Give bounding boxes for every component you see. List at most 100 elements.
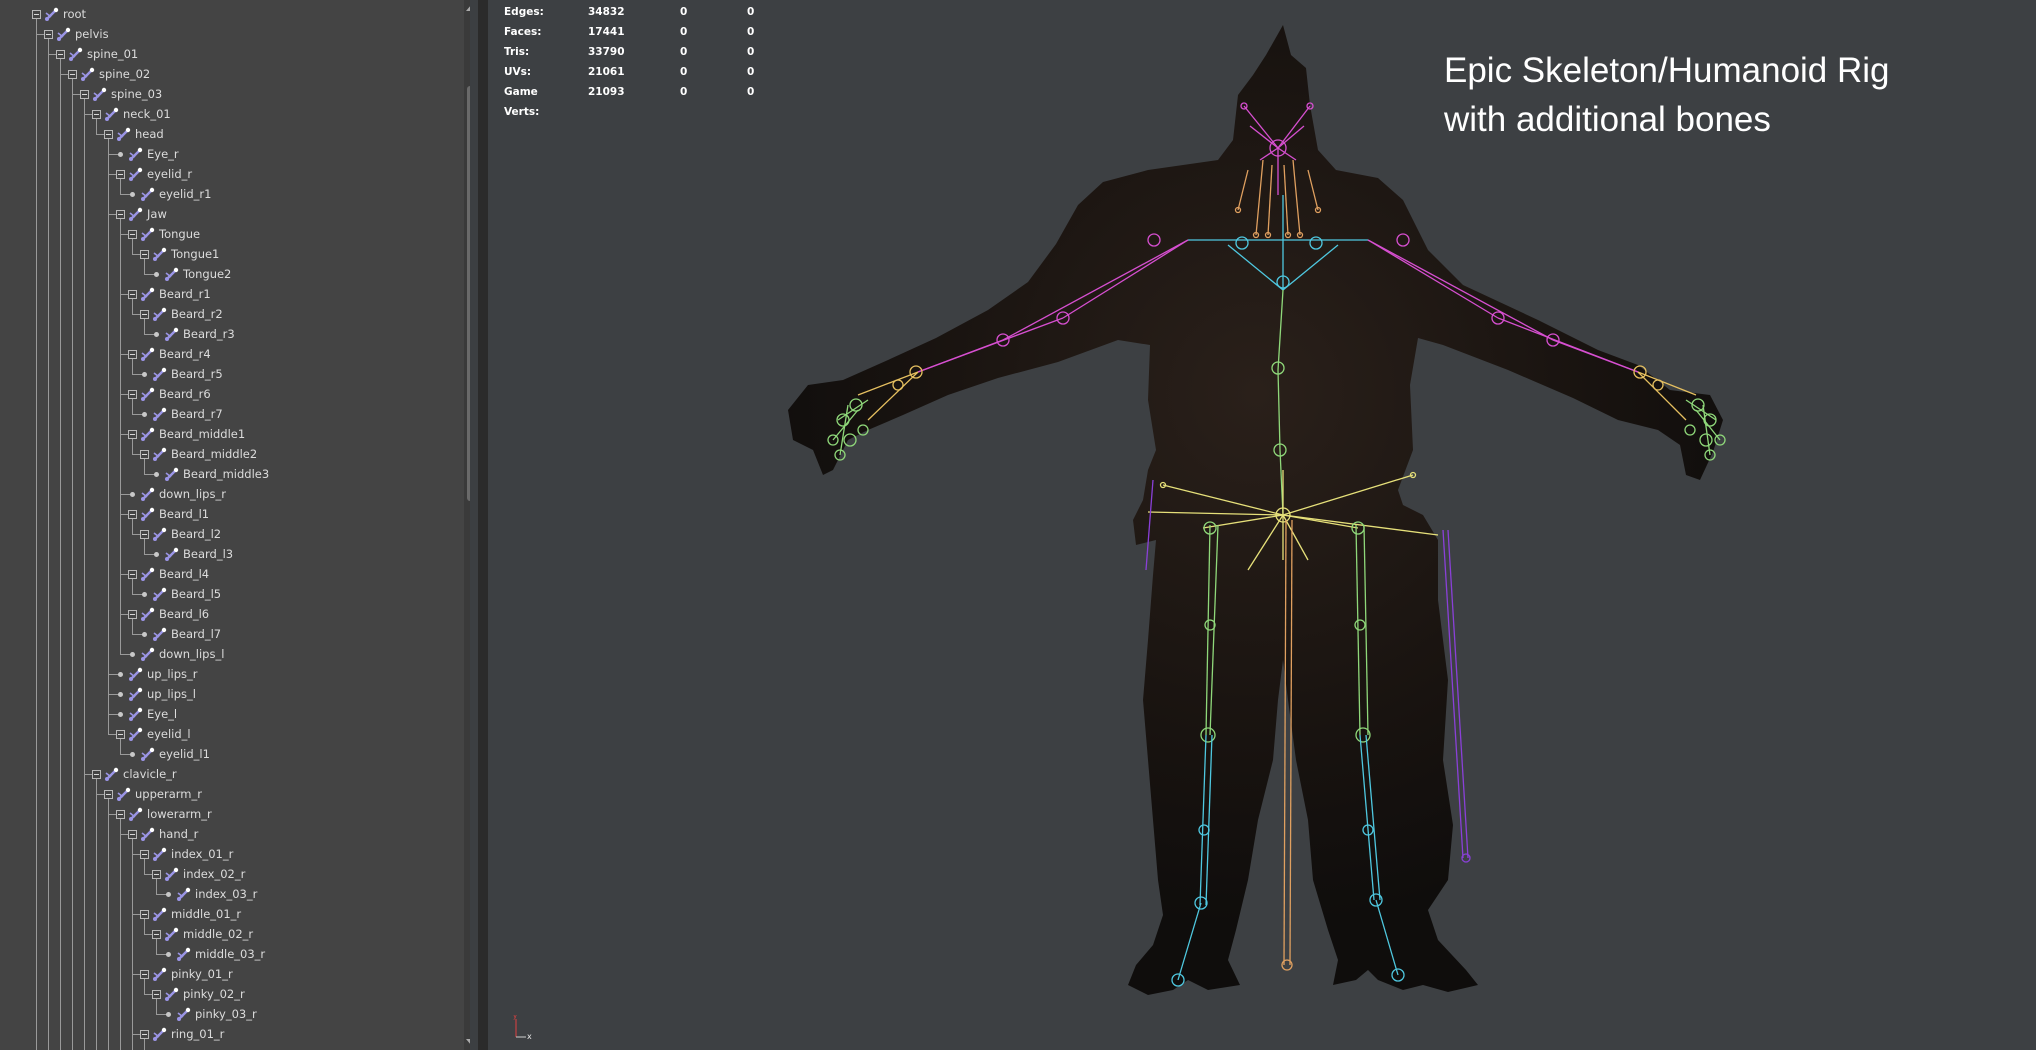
- outliner-row-spine_02[interactable]: spine_02: [0, 64, 470, 84]
- panel-divider[interactable]: [478, 0, 488, 1050]
- collapse-toggle-icon[interactable]: [116, 730, 125, 739]
- collapse-toggle-icon[interactable]: [140, 530, 149, 539]
- outliner-row-hand_r[interactable]: hand_r: [0, 824, 470, 844]
- collapse-toggle-icon[interactable]: [128, 350, 137, 359]
- outliner-row-neck_01[interactable]: neck_01: [0, 104, 470, 124]
- outliner-row-beard_r7[interactable]: Beard_r7: [0, 404, 470, 424]
- collapse-toggle-icon[interactable]: [140, 910, 149, 919]
- outliner-tree: root pelvis spine_01 spine_02 spine_03 neck_0…: [0, 0, 470, 1050]
- outliner-row-beard_r2[interactable]: Beard_r2: [0, 304, 470, 324]
- collapse-toggle-icon[interactable]: [152, 930, 161, 939]
- outliner-row-spine_01[interactable]: spine_01: [0, 44, 470, 64]
- overlay-title: Epic Skeleton/Humanoid Rig with addition…: [1444, 46, 1890, 144]
- outliner-row-pinky_03_r[interactable]: pinky_03_r: [0, 1004, 470, 1024]
- outliner-row-index_02_r[interactable]: index_02_r: [0, 864, 470, 884]
- outliner-row-tongue[interactable]: Tongue: [0, 224, 470, 244]
- outliner-row-middle_02_r[interactable]: middle_02_r: [0, 924, 470, 944]
- collapse-toggle-icon[interactable]: [140, 970, 149, 979]
- collapse-toggle-icon[interactable]: [68, 70, 77, 79]
- collapse-toggle-icon[interactable]: [80, 90, 89, 99]
- collapse-toggle-icon[interactable]: [140, 310, 149, 319]
- leaf-node-dot-icon: [154, 552, 159, 557]
- outliner-row-eyelid_l[interactable]: eyelid_l: [0, 724, 470, 744]
- outliner-row-beard_r5[interactable]: Beard_r5: [0, 364, 470, 384]
- outliner-row-label: Tongue: [159, 227, 201, 241]
- outliner-row-clavicle_r[interactable]: clavicle_r: [0, 764, 470, 784]
- collapse-toggle-icon[interactable]: [56, 50, 65, 59]
- outliner-row-eyelid_r[interactable]: eyelid_r: [0, 164, 470, 184]
- outliner-row-spine_03[interactable]: spine_03: [0, 84, 470, 104]
- collapse-toggle-icon[interactable]: [44, 30, 53, 39]
- outliner-row-beard_l1[interactable]: Beard_l1: [0, 504, 470, 524]
- collapse-toggle-icon[interactable]: [116, 170, 125, 179]
- outliner-row-upperarm_r[interactable]: upperarm_r: [0, 784, 470, 804]
- outliner-row-tongue1[interactable]: Tongue1: [0, 244, 470, 264]
- collapse-toggle-icon[interactable]: [128, 430, 137, 439]
- outliner-row-beard_r4[interactable]: Beard_r4: [0, 344, 470, 364]
- 3d-viewport[interactable]: Edges: 34832 0 0 Faces: 17441 0 0 Tris: 33790 0 0 UV…: [488, 0, 2036, 1050]
- outliner-row-index_03_r[interactable]: index_03_r: [0, 884, 470, 904]
- outliner-row-beard_r3[interactable]: Beard_r3: [0, 324, 470, 344]
- collapse-toggle-icon[interactable]: [128, 230, 137, 239]
- outliner-row-middle_03_r[interactable]: middle_03_r: [0, 944, 470, 964]
- outliner-row-label: ring_01_r: [171, 1027, 225, 1041]
- collapse-toggle-icon[interactable]: [140, 250, 149, 259]
- collapse-toggle-icon[interactable]: [128, 290, 137, 299]
- outliner-row-eyelid_l1[interactable]: eyelid_l1: [0, 744, 470, 764]
- collapse-toggle-icon[interactable]: [116, 810, 125, 819]
- outliner-row-pinky_01_r[interactable]: pinky_01_r: [0, 964, 470, 984]
- collapse-toggle-icon[interactable]: [128, 610, 137, 619]
- outliner-row-beard_middle1[interactable]: Beard_middle1: [0, 424, 470, 444]
- collapse-toggle-icon[interactable]: [128, 830, 137, 839]
- outliner-row-up_lips_r[interactable]: up_lips_r: [0, 664, 470, 684]
- outliner-row-pelvis[interactable]: pelvis: [0, 24, 470, 44]
- outliner-row-pinky_02_r[interactable]: pinky_02_r: [0, 984, 470, 1004]
- outliner-row-beard_l6[interactable]: Beard_l6: [0, 604, 470, 624]
- scroll-down-arrow-icon[interactable]: [466, 1039, 470, 1045]
- collapse-toggle-icon[interactable]: [92, 110, 101, 119]
- outliner-row-beard_l7[interactable]: Beard_l7: [0, 624, 470, 644]
- outliner-row-beard_middle2[interactable]: Beard_middle2: [0, 444, 470, 464]
- outliner-row-down_lips_l[interactable]: down_lips_l: [0, 644, 470, 664]
- collapse-toggle-icon[interactable]: [92, 770, 101, 779]
- collapse-toggle-icon[interactable]: [128, 570, 137, 579]
- collapse-toggle-icon[interactable]: [140, 850, 149, 859]
- outliner-row-middle_01_r[interactable]: middle_01_r: [0, 904, 470, 924]
- outliner-row-down_lips_r[interactable]: down_lips_r: [0, 484, 470, 504]
- joint-icon: [141, 187, 155, 201]
- collapse-toggle-icon[interactable]: [140, 1030, 149, 1039]
- outliner-scrollbar[interactable]: [464, 0, 470, 1050]
- collapse-toggle-icon[interactable]: [128, 510, 137, 519]
- outliner-row-label: Beard_r3: [183, 327, 235, 341]
- leaf-node-dot-icon: [130, 652, 135, 657]
- outliner-row-beard_l5[interactable]: Beard_l5: [0, 584, 470, 604]
- scroll-up-arrow-icon[interactable]: [466, 5, 470, 11]
- outliner-row-tongue2[interactable]: Tongue2: [0, 264, 470, 284]
- collapse-toggle-icon[interactable]: [152, 990, 161, 999]
- collapse-toggle-icon[interactable]: [116, 210, 125, 219]
- outliner-row-root[interactable]: root: [0, 4, 470, 24]
- collapse-toggle-icon[interactable]: [32, 10, 41, 19]
- outliner-row-ring_01_r[interactable]: ring_01_r: [0, 1024, 470, 1044]
- collapse-toggle-icon[interactable]: [140, 450, 149, 459]
- outliner-row-beard_l3[interactable]: Beard_l3: [0, 544, 470, 564]
- outliner-row-eye_l[interactable]: Eye_l: [0, 704, 470, 724]
- outliner-row-index_01_r[interactable]: index_01_r: [0, 844, 470, 864]
- collapse-toggle-icon[interactable]: [104, 790, 113, 799]
- outliner-row-beard_r1[interactable]: Beard_r1: [0, 284, 470, 304]
- outliner-row-beard_middle3[interactable]: Beard_middle3: [0, 464, 470, 484]
- scrollbar-thumb[interactable]: [467, 86, 470, 501]
- outliner-row-eye_r[interactable]: Eye_r: [0, 144, 470, 164]
- outliner-row-lowerarm_r[interactable]: lowerarm_r: [0, 804, 470, 824]
- outliner-row-beard_l4[interactable]: Beard_l4: [0, 564, 470, 584]
- collapse-toggle-icon[interactable]: [104, 130, 113, 139]
- outliner-row-up_lips_l[interactable]: up_lips_l: [0, 684, 470, 704]
- outliner-row-beard_l2[interactable]: Beard_l2: [0, 524, 470, 544]
- outliner-row-beard_r6[interactable]: Beard_r6: [0, 384, 470, 404]
- collapse-toggle-icon[interactable]: [152, 870, 161, 879]
- joint-icon: [129, 727, 143, 741]
- collapse-toggle-icon[interactable]: [128, 390, 137, 399]
- outliner-row-jaw[interactable]: Jaw: [0, 204, 470, 224]
- outliner-row-eyelid_r1[interactable]: eyelid_r1: [0, 184, 470, 204]
- outliner-row-head[interactable]: head: [0, 124, 470, 144]
